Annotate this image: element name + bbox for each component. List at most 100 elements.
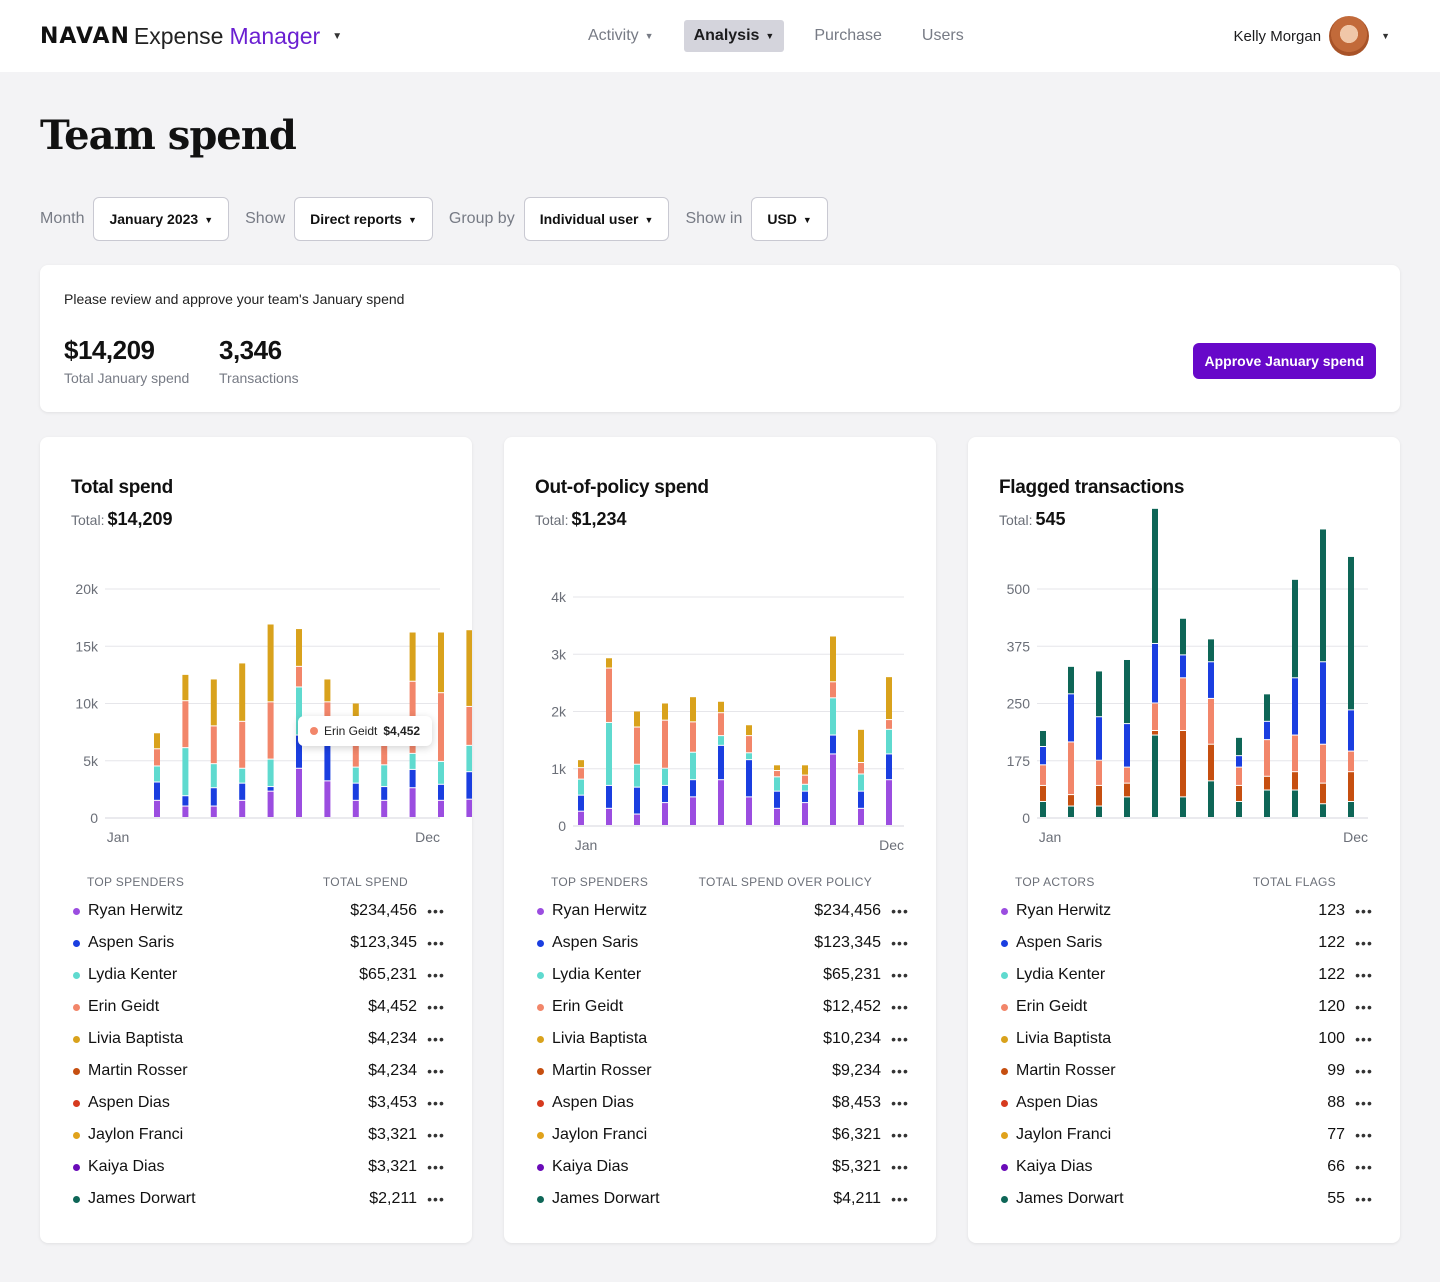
bar-segment-aspen-saris[interactable]: [634, 787, 640, 814]
bar-segment-ryan-herwitz[interactable]: [578, 811, 584, 825]
bar-segment-aspen-saris[interactable]: [774, 791, 780, 808]
bar-segment-erin-geidt[interactable]: [267, 702, 274, 759]
more-options-icon[interactable]: •••: [889, 959, 911, 991]
bar-segment-ryan-herwitz[interactable]: [774, 808, 780, 825]
bar-segment-lydia-kenter[interactable]: [154, 766, 160, 782]
bar-segment-aspen-saris[interactable]: [746, 760, 752, 797]
bar-segment-martin-rosser[interactable]: [1040, 785, 1046, 801]
bar-segment-martin-rosser[interactable]: [1320, 783, 1326, 804]
bar-segment-livia-baptista[interactable]: [718, 701, 724, 713]
bar-segment-aspen-saris[interactable]: [324, 741, 331, 781]
more-options-icon[interactable]: •••: [889, 1151, 911, 1183]
bar-segment-lydia-kenter[interactable]: [746, 753, 752, 760]
bar-segment-aspen-saris[interactable]: [352, 783, 359, 800]
bar-segment-james-dorwart-top-[interactable]: [1264, 694, 1270, 721]
bar-segment-livia-baptista[interactable]: [606, 658, 612, 668]
bar-segment-ryan-herwitz[interactable]: [154, 800, 160, 817]
bar-segment-ryan-herwitz[interactable]: [830, 754, 836, 825]
bar-segment-livia-baptista[interactable]: [409, 632, 416, 681]
bar-segment-ryan-herwitz[interactable]: [409, 788, 416, 817]
bar-segment-erin-geidt[interactable]: [634, 727, 640, 764]
bar-segment-martin-rosser[interactable]: [1208, 744, 1214, 781]
more-options-icon[interactable]: •••: [425, 1023, 447, 1055]
list-item[interactable]: Kaiya Dias $5,321 •••: [535, 1151, 911, 1183]
bar-segment-erin-geidt[interactable]: [886, 720, 892, 729]
bar-segment-erin-geidt[interactable]: [690, 722, 696, 752]
bar-segment-ryan-herwitz[interactable]: [182, 806, 189, 817]
bar-segment-erin-geidt[interactable]: [1068, 742, 1074, 795]
more-options-icon[interactable]: •••: [1353, 1183, 1375, 1215]
bar-segment-livia-baptista[interactable]: [578, 760, 584, 768]
list-item[interactable]: Aspen Saris $123,345 •••: [71, 927, 447, 959]
bar-segment-livia-baptista[interactable]: [438, 632, 444, 693]
show-select[interactable]: Direct reports ▼: [294, 197, 433, 241]
bar-segment-james-dorwart[interactable]: [1236, 801, 1242, 817]
bar-segment-erin-geidt[interactable]: [718, 713, 724, 736]
list-item[interactable]: Jaylon Franci $3,321 •••: [71, 1119, 447, 1151]
bar-segment-erin-geidt[interactable]: [606, 668, 612, 722]
bar-segment-aspen-saris[interactable]: [210, 788, 217, 806]
bar-segment-erin-geidt[interactable]: [1320, 744, 1326, 783]
list-item[interactable]: Livia Baptista 100 •••: [999, 1023, 1375, 1055]
bar-segment-james-dorwart-top-[interactable]: [1292, 579, 1298, 678]
bar-segment-lydia-kenter[interactable]: [267, 759, 274, 787]
bar-segment-ryan-herwitz[interactable]: [718, 780, 724, 825]
list-item[interactable]: Ryan Herwitz 123 •••: [999, 895, 1375, 927]
list-item[interactable]: Kaiya Dias 66 •••: [999, 1151, 1375, 1183]
bar-segment-ryan-herwitz[interactable]: [296, 768, 302, 817]
bar-segment-livia-baptista[interactable]: [182, 674, 189, 701]
bar-segment-james-dorwart-top-[interactable]: [1040, 730, 1046, 747]
bar-segment-livia-baptista[interactable]: [324, 679, 331, 702]
user-menu[interactable]: Kelly Morgan ▼: [1234, 16, 1390, 56]
bar-segment-james-dorwart-top-[interactable]: [1208, 639, 1214, 662]
list-item[interactable]: Lydia Kenter $65,231 •••: [71, 959, 447, 991]
list-item[interactable]: Kaiya Dias $3,321 •••: [71, 1151, 447, 1183]
list-item[interactable]: Aspen Saris 122 •••: [999, 927, 1375, 959]
bar-segment-erin-geidt[interactable]: [1040, 765, 1046, 785]
bar-segment-james-dorwart-top-[interactable]: [1068, 666, 1074, 694]
list-item[interactable]: Ryan Herwitz $234,456 •••: [535, 895, 911, 927]
bar-segment-aspen-saris[interactable]: [802, 791, 808, 803]
more-options-icon[interactable]: •••: [425, 1087, 447, 1119]
bar-segment-erin-geidt[interactable]: [858, 763, 864, 774]
bar-segment-aspen-saris[interactable]: [830, 735, 836, 754]
total-spend-chart[interactable]: 0 5k 10k 15k 20k Jan Dec: [40, 437, 472, 867]
bar-segment-erin-geidt[interactable]: [239, 721, 246, 768]
bar-segment-ryan-herwitz[interactable]: [352, 800, 359, 817]
list-item[interactable]: Martin Rosser 99 •••: [999, 1055, 1375, 1087]
bar-segment-erin-geidt[interactable]: [296, 666, 302, 687]
bar-segment-livia-baptista[interactable]: [886, 677, 892, 720]
bar-segment-erin-geidt[interactable]: [466, 706, 472, 745]
bar-segment-lydia-kenter[interactable]: [578, 779, 584, 795]
more-options-icon[interactable]: •••: [425, 927, 447, 959]
bar-segment-lydia-kenter[interactable]: [662, 768, 668, 785]
more-options-icon[interactable]: •••: [425, 959, 447, 991]
nav-analysis[interactable]: Analysis ▼: [683, 20, 785, 52]
list-item[interactable]: Erin Geidt $12,452 •••: [535, 991, 911, 1023]
bar-segment-livia-baptista[interactable]: [267, 624, 274, 702]
bar-segment-martin-rosser[interactable]: [1292, 772, 1298, 790]
bar-segment-james-dorwart[interactable]: [1124, 797, 1130, 817]
bar-segment-lydia-kenter[interactable]: [438, 761, 444, 784]
bar-segment-erin-geidt[interactable]: [154, 749, 160, 766]
bar-segment-james-dorwart-top-[interactable]: [1348, 556, 1354, 710]
bar-segment-james-dorwart[interactable]: [1096, 806, 1102, 817]
bar-segment-martin-rosser[interactable]: [1124, 783, 1130, 797]
bar-segment-martin-rosser[interactable]: [1348, 772, 1354, 801]
bar-segment-livia-baptista[interactable]: [662, 703, 668, 720]
list-item[interactable]: Martin Rosser $4,234 •••: [71, 1055, 447, 1087]
bar-segment-ryan-herwitz[interactable]: [381, 800, 388, 817]
bar-segment-erin-geidt[interactable]: [578, 768, 584, 779]
bar-segment-james-dorwart[interactable]: [1068, 806, 1074, 817]
app-switcher[interactable]: NAVAN Expense Manager ▼: [40, 20, 342, 52]
bar-segment-ryan-herwitz[interactable]: [267, 791, 274, 817]
bar-segment-aspen-saris[interactable]: [239, 783, 246, 800]
bar-segment-aspen-saris[interactable]: [578, 795, 584, 811]
bar-segment-aspen-saris[interactable]: [718, 745, 724, 780]
bar-segment-lydia-kenter[interactable]: [858, 774, 864, 791]
bar-segment-livia-baptista[interactable]: [210, 679, 217, 726]
bar-segment-erin-geidt[interactable]: [1348, 751, 1354, 772]
out-of-policy-chart[interactable]: 0 1k 2k 3k 4k Jan Dec: [504, 437, 936, 867]
bar-segment-ryan-herwitz[interactable]: [746, 797, 752, 825]
nav-activity[interactable]: Activity ▼: [578, 20, 664, 52]
